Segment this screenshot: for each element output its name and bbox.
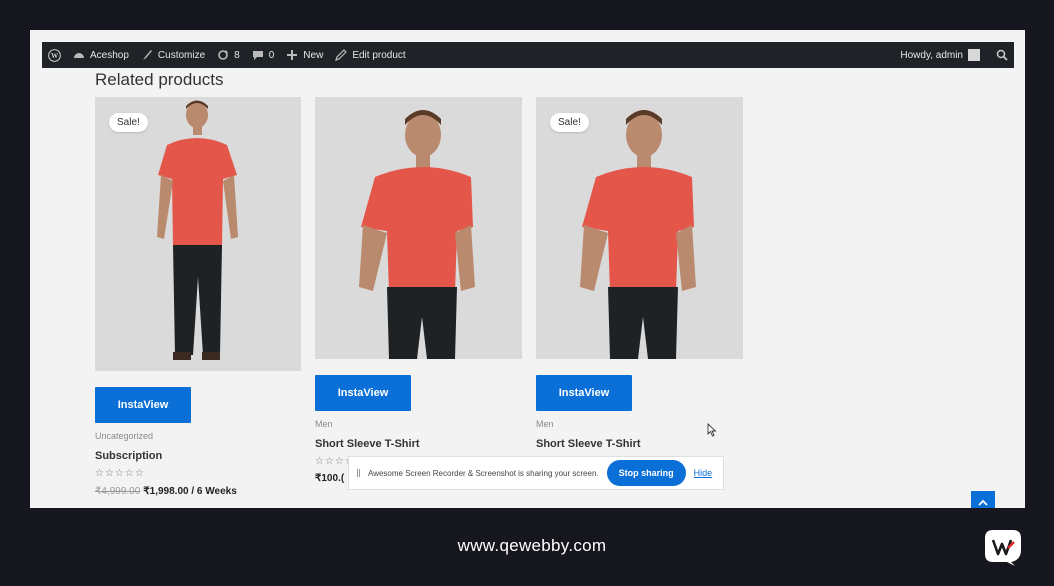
brush-icon	[142, 50, 152, 60]
edit-product-label: Edit product	[352, 49, 406, 61]
man-half-body-image	[315, 97, 522, 359]
product-category[interactable]: Men	[315, 419, 333, 429]
product-card: Sale! InstaView Men Short Sleeve T-Shirt…	[536, 97, 743, 508]
product-price: ₹100.(	[315, 473, 344, 484]
refresh-icon	[218, 50, 229, 60]
drag-handle-icon[interactable]	[357, 469, 360, 477]
browser-frame: W Aceshop Customize 8 0 New Edit product	[30, 30, 1025, 508]
mouse-cursor-icon	[707, 423, 717, 437]
product-card: Sale! InstaView Uncategorized Subscripti…	[95, 97, 301, 508]
sale-badge: Sale!	[550, 113, 589, 132]
comments-link[interactable]: 0	[252, 42, 275, 68]
comments-count: 0	[268, 49, 275, 61]
product-name[interactable]: Short Sleeve T-Shirt	[536, 438, 641, 450]
qewebby-logo-icon	[985, 530, 1021, 566]
instaview-button[interactable]: InstaView	[536, 375, 632, 411]
new-content-link[interactable]: New	[286, 42, 323, 68]
new-label: New	[303, 49, 324, 61]
product-category[interactable]: Men	[536, 419, 554, 429]
pencil-icon	[335, 49, 348, 61]
share-message: Awesome Screen Recorder & Screenshot is …	[368, 468, 599, 478]
scroll-to-top-button[interactable]	[971, 491, 995, 508]
sale-price: ₹100.(	[315, 473, 345, 484]
site-name-link[interactable]: Aceshop	[73, 42, 129, 68]
dashboard-icon	[74, 53, 84, 58]
sale-badge: Sale!	[109, 113, 148, 132]
svg-text:W: W	[51, 52, 59, 60]
star-rating: ☆☆☆☆☆	[95, 468, 145, 479]
product-image[interactable]: Sale!	[536, 97, 743, 359]
account-menu[interactable]: Howdy, admin	[900, 49, 980, 61]
comment-icon	[252, 51, 263, 60]
customize-link[interactable]: Customize	[141, 42, 205, 68]
instaview-button[interactable]: InstaView	[315, 375, 411, 411]
plus-icon	[287, 50, 298, 60]
customize-label: Customize	[157, 49, 206, 61]
sale-price: ₹1,998.00 / 6 Weeks	[143, 486, 237, 497]
chevron-up-icon	[978, 499, 988, 506]
updates-link[interactable]: 8	[217, 42, 240, 68]
product-name[interactable]: Short Sleeve T-Shirt	[315, 438, 420, 450]
product-image[interactable]	[315, 97, 522, 359]
site-name-label: Aceshop	[90, 49, 129, 61]
man-full-body-image	[95, 97, 301, 371]
product-category[interactable]: Uncategorized	[95, 431, 153, 441]
product-name[interactable]: Subscription	[95, 450, 162, 462]
stop-sharing-button[interactable]: Stop sharing	[606, 460, 686, 486]
wp-admin-bar: W Aceshop Customize 8 0 New Edit product	[42, 42, 1014, 68]
hide-link[interactable]: Hide	[694, 468, 713, 478]
wordpress-logo-icon[interactable]: W	[48, 42, 61, 68]
product-price: ₹4,999.00 ₹1,998.00 / 6 Weeks	[95, 486, 237, 497]
page-content: Related products Sale! InstaView Uncateg…	[30, 68, 1025, 508]
instaview-button[interactable]: InstaView	[95, 387, 191, 423]
avatar	[968, 49, 980, 61]
regular-price: ₹4,999.00	[95, 486, 141, 497]
section-title: Related products	[95, 70, 224, 89]
edit-product-link[interactable]: Edit product	[335, 42, 406, 68]
screen-share-bar: Awesome Screen Recorder & Screenshot is …	[348, 456, 724, 490]
search-icon[interactable]	[996, 49, 1008, 61]
product-image[interactable]: Sale!	[95, 97, 301, 371]
howdy-label: Howdy, admin	[900, 49, 963, 61]
product-card: InstaView Men Short Sleeve T-Shirt ☆☆☆☆☆…	[315, 97, 522, 508]
footer-url: www.qewebby.com	[457, 536, 607, 555]
man-half-body-image	[536, 97, 743, 359]
updates-count: 8	[234, 49, 240, 61]
